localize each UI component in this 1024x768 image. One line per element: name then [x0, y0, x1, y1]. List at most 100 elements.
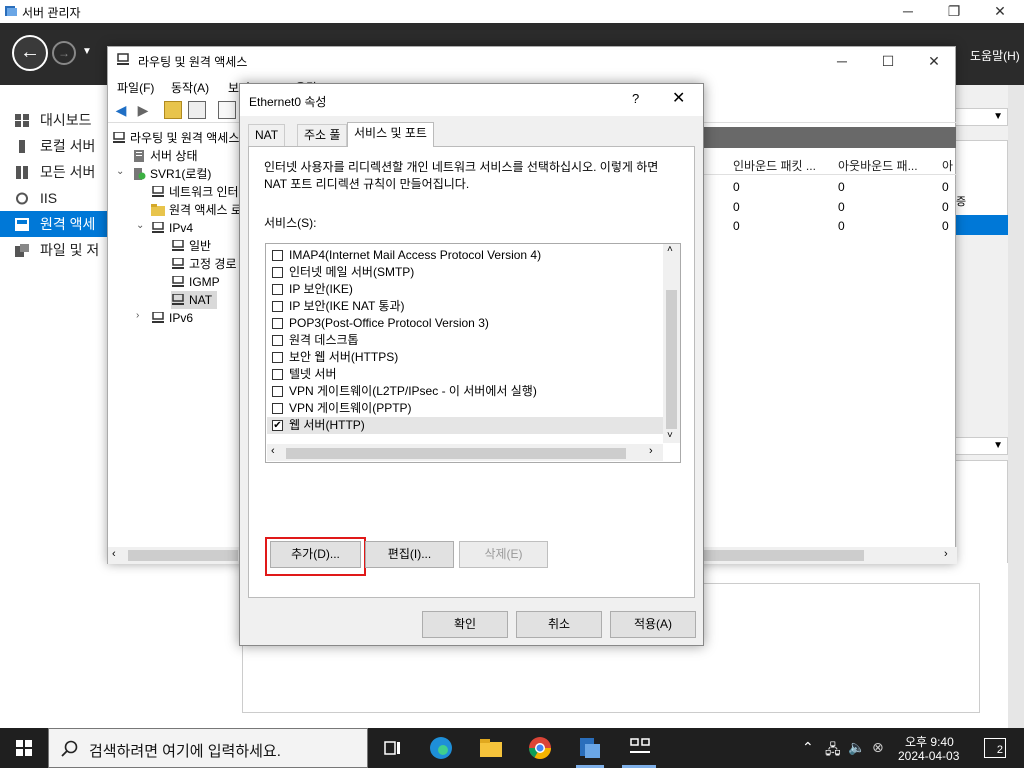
back-arrow-icon[interactable]: ◀	[112, 101, 130, 119]
sidebar-item-all-servers[interactable]: 모든 서버	[0, 159, 108, 185]
rras-taskbar-icon[interactable]	[626, 734, 654, 762]
checkbox[interactable]	[272, 250, 283, 261]
edit-button[interactable]: 편집(I)...	[365, 541, 454, 568]
close-button[interactable]: ✕	[672, 88, 685, 108]
list-item[interactable]: IP 보안(IKE NAT 통과)	[267, 298, 663, 315]
sidebar-item-file-storage[interactable]: 파일 및 저	[0, 237, 108, 263]
edge-icon[interactable]	[427, 734, 455, 762]
tree-item-nat[interactable]: NAT	[171, 291, 217, 309]
checkbox-checked[interactable]: ✔	[272, 420, 283, 431]
expand-chevron-icon[interactable]: ›	[136, 310, 139, 321]
start-button[interactable]	[0, 728, 48, 768]
tree-item-ipv4[interactable]: IPv4	[151, 219, 241, 237]
list-item[interactable]: ✔ 웹 서버(HTTP)	[267, 417, 663, 434]
tree-item-remote-access-logging[interactable]: 원격 액세스 로깅	[151, 201, 241, 219]
task-view-icon[interactable]	[379, 734, 407, 762]
column-header-extra[interactable]: 아	[942, 157, 953, 174]
sidebar-item-remote-access[interactable]: 원격 액세스	[0, 211, 108, 258]
list-scroll-thumb[interactable]	[666, 290, 677, 429]
checkbox[interactable]	[272, 284, 283, 295]
minimize-button[interactable]: ─	[819, 47, 865, 75]
vertical-scrollbar[interactable]	[1008, 85, 1024, 728]
column-header-inbound[interactable]: 인바운드 패킷 ...	[733, 157, 816, 174]
tree-item-ipv6[interactable]: IPv6	[151, 309, 241, 327]
tree-item-static-routes[interactable]: 고정 경로	[171, 255, 241, 273]
tree-item-general[interactable]: 일반	[171, 237, 241, 255]
list-item[interactable]: POP3(Post-Office Protocol Version 3)	[267, 315, 663, 332]
sidebar-item-dashboard[interactable]: 대시보드	[0, 107, 108, 133]
checkbox[interactable]	[272, 267, 283, 278]
expand-chevron-icon[interactable]: ⌄	[136, 220, 144, 231]
checkbox[interactable]	[272, 403, 283, 414]
clock-time[interactable]: 오후 9:40	[905, 733, 954, 750]
expand-chevron-icon[interactable]: ⌄	[116, 166, 124, 177]
sidebar-item-iis[interactable]: IIS	[0, 185, 108, 211]
maximize-button[interactable]: ☐	[865, 47, 911, 75]
checkbox[interactable]	[272, 352, 283, 363]
tree-item-server-status[interactable]: 서버 상태	[132, 147, 241, 165]
maximize-button[interactable]: ❐	[931, 0, 977, 23]
scroll-right-icon[interactable]: ›	[649, 445, 653, 457]
scroll-down-icon[interactable]: ˅	[667, 430, 673, 441]
list-item[interactable]: 인터넷 메일 서버(SMTP)	[267, 264, 663, 281]
panel-dropdown-icon[interactable]: ▼	[955, 108, 1008, 126]
list-item[interactable]: 보안 웹 서버(HTTPS)	[267, 349, 663, 366]
close-button[interactable]: ✕	[911, 47, 957, 75]
checkbox[interactable]	[272, 318, 283, 329]
list-hscroll-thumb[interactable]	[286, 448, 626, 459]
up-folder-icon[interactable]	[164, 101, 182, 119]
close-button[interactable]: ✕	[977, 0, 1023, 23]
tree-item-igmp[interactable]: IGMP	[171, 273, 241, 291]
checkbox[interactable]	[272, 335, 283, 346]
nav-dropdown-icon[interactable]: ▼	[82, 46, 92, 57]
minimize-button[interactable]: ─	[885, 0, 931, 23]
back-arrow-icon[interactable]: ←	[12, 35, 48, 71]
tab-address-pool[interactable]: 주소 풀	[297, 124, 348, 146]
scroll-left-icon[interactable]: ‹	[271, 445, 275, 457]
tree-item-network-interfaces[interactable]: 네트워크 인터페이스	[151, 183, 241, 201]
chevron-up-icon[interactable]: ⌃	[802, 739, 814, 756]
forward-arrow-icon[interactable]: ▶	[134, 101, 152, 119]
list-item[interactable]: VPN 게이트웨이(PPTP)	[267, 400, 663, 417]
scroll-up-icon[interactable]: ˄	[667, 244, 673, 255]
taskbar-search[interactable]: 검색하려면 여기에 입력하세요.	[48, 728, 368, 768]
properties-icon[interactable]	[218, 101, 236, 119]
list-item[interactable]: IP 보안(IKE)	[267, 281, 663, 298]
scroll-right-icon[interactable]: ›	[944, 548, 948, 560]
list-item[interactable]: 원격 데스크톱	[267, 332, 663, 349]
tree-item-svr1[interactable]: SVR1(로컬)	[132, 165, 241, 183]
delete-button[interactable]: 삭제(E)	[459, 541, 548, 568]
volume-muted-icon[interactable]: 🔈	[848, 739, 865, 756]
help-menu[interactable]: 도움말(H)	[970, 47, 1020, 64]
file-explorer-icon[interactable]	[477, 734, 505, 762]
help-button[interactable]: ?	[632, 91, 639, 106]
ok-button[interactable]: 확인	[422, 611, 508, 638]
server-manager-taskbar-icon[interactable]	[576, 734, 604, 762]
chrome-icon[interactable]	[526, 734, 554, 762]
network-icon[interactable]: 🖧	[825, 739, 841, 763]
checkbox[interactable]	[272, 386, 283, 397]
forward-arrow-icon[interactable]: →	[52, 41, 76, 65]
notification-center-icon[interactable]: 2	[984, 738, 1006, 758]
services-tab-panel: 인터넷 사용자를 리디렉션할 개인 네트워크 서비스를 선택하십시오. 이렇게 …	[248, 146, 695, 598]
tree-item-rras-root[interactable]: 라우팅 및 원격 액세스	[112, 129, 241, 147]
tab-services-ports[interactable]: 서비스 및 포트	[347, 122, 434, 147]
list-item[interactable]: VPN 게이트웨이(L2TP/IPsec - 이 서버에서 실행)	[267, 383, 663, 400]
tab-nat[interactable]: NAT	[248, 124, 286, 146]
add-button[interactable]: 추가(D)...	[270, 541, 361, 568]
scroll-left-icon[interactable]: ‹	[112, 548, 116, 560]
column-header-outbound[interactable]: 아웃바운드 패...	[838, 157, 918, 174]
clock-date[interactable]: 2024-04-03	[898, 749, 959, 763]
list-item[interactable]: 텔넷 서버	[267, 366, 663, 383]
sidebar-item-local-server[interactable]: 로컬 서버	[0, 133, 108, 159]
error-icon[interactable]: ⊗	[872, 739, 884, 756]
checkbox[interactable]	[272, 301, 283, 312]
menu-action[interactable]: 동작(A)	[171, 79, 209, 96]
show-tree-icon[interactable]	[188, 101, 206, 119]
menu-file[interactable]: 파일(F)	[117, 79, 154, 96]
apply-button[interactable]: 적용(A)	[610, 611, 696, 638]
checkbox[interactable]	[272, 369, 283, 380]
cancel-button[interactable]: 취소	[516, 611, 602, 638]
panel-dropdown-icon[interactable]: ▼	[955, 437, 1008, 455]
list-item[interactable]: IMAP4(Internet Mail Access Protocol Vers…	[267, 247, 663, 264]
